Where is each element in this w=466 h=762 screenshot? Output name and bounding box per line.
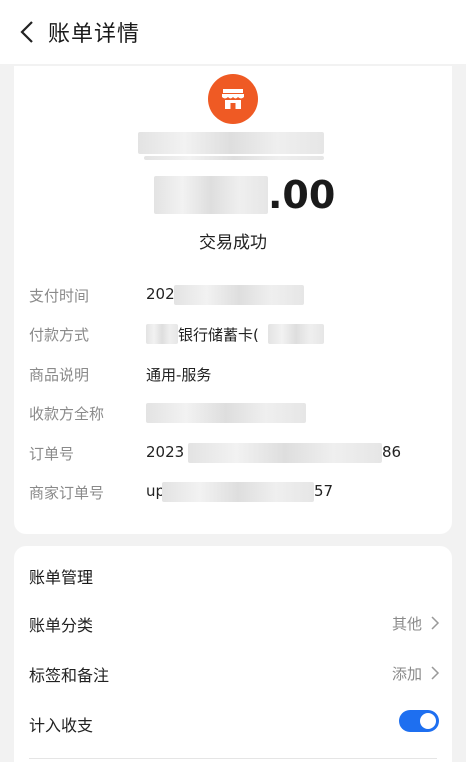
merchant-order-no-end: 57 xyxy=(314,482,334,500)
merchant-name-redacted-2 xyxy=(144,156,324,160)
merchant-name-redacted xyxy=(138,132,324,154)
amount-value: .00 xyxy=(268,173,336,217)
merchant-order-no-redacted xyxy=(162,482,314,502)
toggle-knob xyxy=(420,713,436,729)
payment-method-label: 付款方式 xyxy=(29,326,90,344)
item-desc-value: 通用-服务 xyxy=(146,366,212,384)
bill-summary-card: .00 交易成功 支付时间 202 付款方式 银行储蓄卡( 商品说明 通用-服务… xyxy=(14,66,452,534)
item-desc-label: 商品说明 xyxy=(29,366,90,384)
payee-name-redacted xyxy=(146,403,306,423)
transaction-status: 交易成功 xyxy=(199,233,267,253)
tags-value: 添加 xyxy=(391,665,422,683)
income-label: 计入收支 xyxy=(29,716,94,735)
tags-row[interactable]: 标签和备注 添加 xyxy=(14,652,452,692)
pay-time-label: 支付时间 xyxy=(29,287,90,305)
category-label: 账单分类 xyxy=(29,616,94,635)
bill-management-card: 账单管理 账单分类 其他 标签和备注 添加 计入收支 xyxy=(14,546,452,762)
order-no-label: 订单号 xyxy=(29,445,75,463)
payee-name-label: 收款方全称 xyxy=(29,405,105,423)
chevron-left-icon xyxy=(20,21,33,43)
payment-method-redacted-a xyxy=(146,324,178,344)
merchant-order-no-label: 商家订单号 xyxy=(29,484,105,502)
section-title: 账单管理 xyxy=(29,568,94,587)
payment-method-value: 银行储蓄卡( xyxy=(178,326,259,344)
app-header: 账单详情 xyxy=(0,0,466,64)
back-button[interactable] xyxy=(10,14,44,50)
pay-time-redacted xyxy=(174,285,304,305)
tags-label: 标签和备注 xyxy=(29,666,110,685)
divider xyxy=(29,758,437,759)
order-no-end: 86 xyxy=(382,443,402,461)
store-icon xyxy=(208,74,258,124)
chevron-right-icon xyxy=(431,666,440,680)
payment-method-redacted-b xyxy=(268,324,324,344)
page-title: 账单详情 xyxy=(48,22,141,47)
pay-time-value: 202 xyxy=(146,285,175,303)
category-row[interactable]: 账单分类 其他 xyxy=(14,602,452,642)
amount-redacted xyxy=(154,176,268,214)
order-no-start: 2023 xyxy=(146,443,185,461)
income-toggle[interactable] xyxy=(399,710,439,732)
order-no-redacted xyxy=(188,443,382,463)
category-value: 其他 xyxy=(391,615,422,633)
chevron-right-icon xyxy=(431,616,440,630)
